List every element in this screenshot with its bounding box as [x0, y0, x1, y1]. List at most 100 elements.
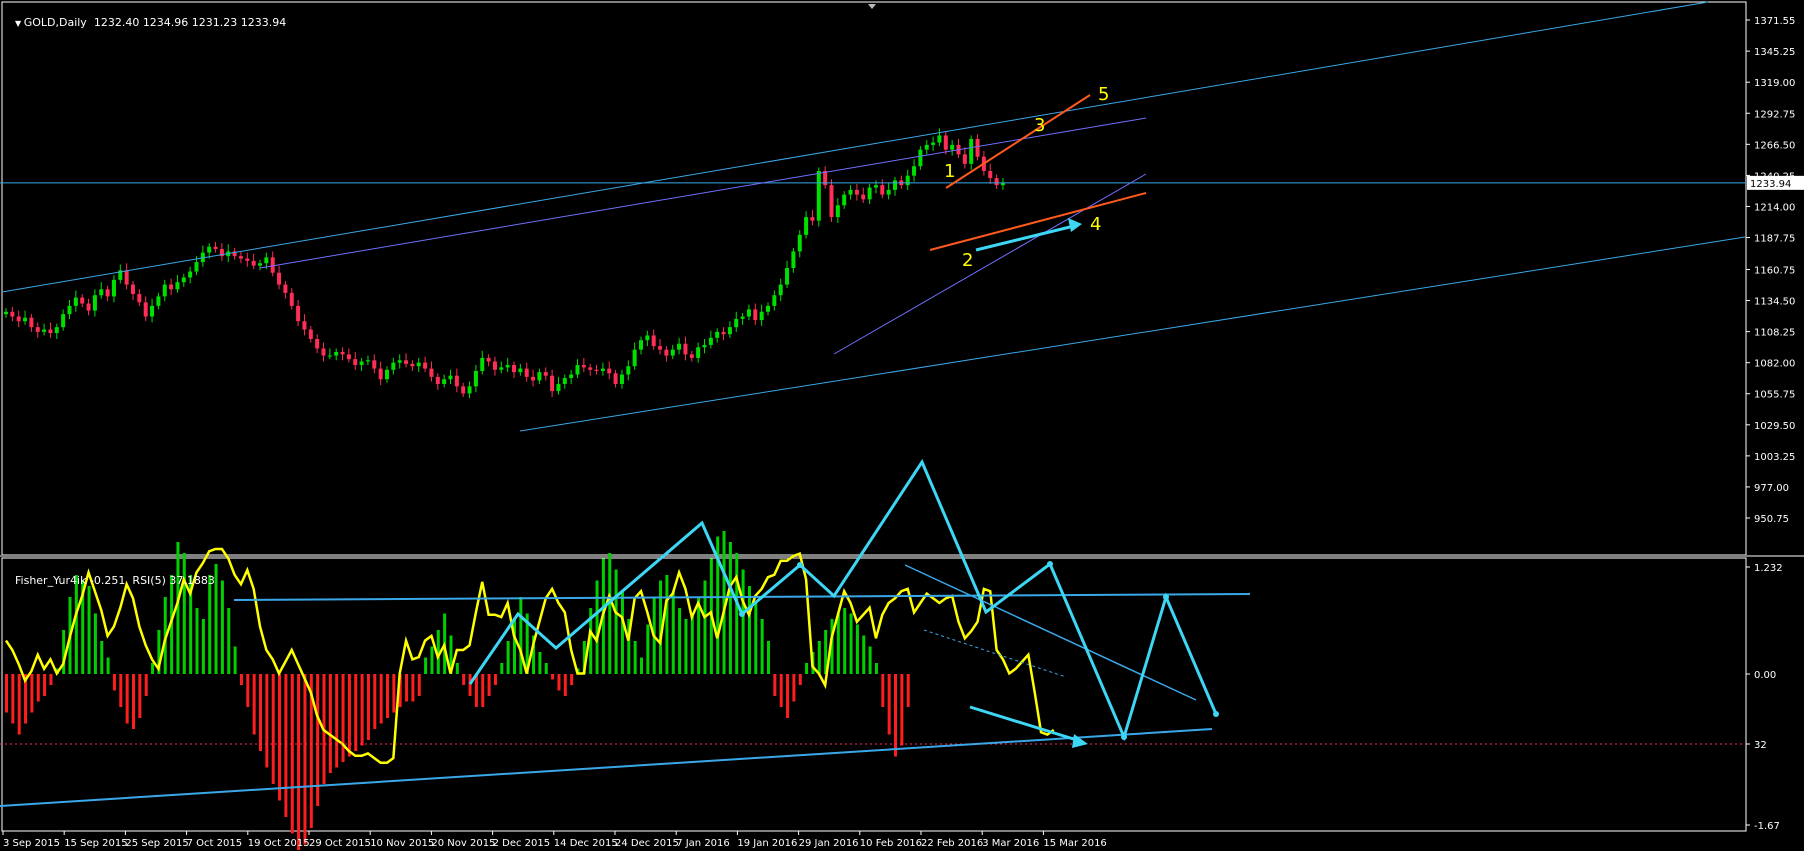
candle-body: [531, 376, 536, 381]
fisher-histogram-bar: [684, 619, 688, 674]
candle-body: [524, 368, 529, 377]
candle-body: [715, 331, 720, 338]
fisher-histogram-bar: [125, 674, 129, 724]
candle-body: [848, 189, 853, 195]
candle-body: [327, 355, 332, 357]
candle-body: [619, 374, 624, 384]
candle-body: [677, 343, 682, 350]
indicator-header: Fisher_Yur4ik -0.251 RSI(5) 37.1883: [8, 561, 215, 587]
candle-body: [175, 282, 180, 290]
price-tick-label: 1319.00: [1754, 78, 1795, 89]
candle-body: [962, 154, 967, 164]
candle-body: [16, 316, 21, 322]
candle-body: [670, 349, 675, 356]
candle-body: [35, 327, 40, 332]
indicator-lower-line: [0, 728, 1213, 807]
candle-body: [86, 303, 91, 311]
fisher-histogram-bar: [849, 613, 853, 674]
time-tick-label: 22 Feb 2016: [921, 838, 983, 849]
fisher-histogram-bar: [805, 663, 809, 674]
candle-body: [683, 343, 688, 355]
candle-body: [664, 349, 669, 356]
scroll-marker-icon[interactable]: [868, 4, 876, 9]
candle-body: [302, 321, 307, 330]
candle-body: [766, 305, 770, 312]
candle-body: [721, 331, 726, 335]
fisher-histogram-bar: [906, 674, 910, 707]
price-tick-label: 950.75: [1754, 514, 1789, 525]
candle-body: [556, 383, 561, 392]
candle-body: [423, 362, 428, 369]
wave-label: 5: [1098, 84, 1109, 105]
candle-body: [486, 357, 491, 362]
candle-body: [537, 372, 542, 381]
candle-body: [467, 386, 472, 394]
candle-body: [169, 284, 174, 290]
candle-body: [4, 311, 8, 315]
wave-label: 4: [1090, 214, 1101, 235]
zigzag-arrow-head: [739, 611, 745, 617]
time-tick-label: 10 Nov 2015: [370, 838, 434, 849]
fisher-histogram-bar: [360, 674, 364, 746]
fisher-histogram-bar: [881, 674, 885, 707]
time-tick-label: 29 Jan 2016: [799, 838, 859, 849]
fisher-histogram-bar: [608, 553, 612, 674]
candle-body: [188, 271, 193, 278]
candle-body: [810, 217, 815, 221]
candle-body: [29, 317, 34, 328]
candle-body: [334, 352, 339, 356]
candle-body: [931, 142, 936, 145]
price-tick-label: 1108.25: [1754, 328, 1795, 339]
candle-body: [48, 329, 53, 334]
fisher-histogram-bar: [665, 575, 669, 674]
price-tick-label: 1292.75: [1754, 109, 1795, 120]
candle-body: [689, 354, 694, 358]
price-tick-label: 1345.25: [1754, 47, 1795, 58]
candle-body: [594, 369, 599, 371]
candle-body: [975, 138, 980, 157]
fisher-histogram-bar: [786, 674, 790, 718]
candle-body: [397, 360, 402, 363]
fisher-label: Fisher_Yur4ik -0.251: [15, 574, 126, 587]
candle-body: [518, 368, 523, 373]
candle-body: [740, 316, 745, 319]
fisher-histogram-bar: [887, 674, 891, 735]
price-tick-label: 1082.00: [1754, 359, 1795, 370]
candle-body: [905, 175, 910, 186]
fisher-histogram-bar: [671, 591, 675, 674]
candle-body: [569, 374, 574, 379]
fisher-histogram-bar: [868, 646, 872, 674]
candle-body: [143, 302, 148, 317]
divergence-arrow-line: [969, 705, 1081, 743]
fisher-histogram-bar: [678, 608, 682, 674]
candle-body: [410, 363, 415, 367]
candle-body: [842, 194, 847, 206]
fisher-histogram-bar: [455, 663, 459, 674]
wave-label: 2: [962, 250, 973, 271]
fisher-histogram-bar: [519, 597, 523, 674]
fisher-histogram-bar: [817, 641, 821, 674]
trading-chart[interactable]: 1371.55 1345.25 1319.00 1292.75 1266.50 1 2 4 0.…: [0, 0, 1804, 851]
fisher-histogram-bar: [836, 613, 840, 674]
zigzag-arrow-head: [1047, 561, 1053, 567]
fisher-histogram-bar: [138, 674, 142, 718]
fisher-histogram-bar: [874, 663, 878, 674]
candle-body: [207, 246, 212, 253]
indicator-tick-label: 1.232: [1754, 563, 1783, 574]
candle-body: [734, 318, 739, 328]
fisher-histogram-bar: [341, 674, 345, 762]
indicator-tick-label: 32: [1754, 740, 1767, 751]
wedge-upper-line: [945, 94, 1091, 189]
fisher-histogram-bar: [760, 619, 764, 674]
candle-body: [512, 365, 516, 373]
header-dropdown-icon[interactable]: ▼: [15, 19, 24, 28]
fisher-histogram-bar: [487, 674, 491, 696]
zigzag-arrow-head: [1121, 734, 1127, 740]
fisher-histogram-bar: [259, 674, 262, 751]
price-tick-label: 1055.75: [1754, 390, 1795, 401]
fisher-histogram-bar: [195, 608, 199, 674]
time-tick-label: 24 Dec 2015: [615, 838, 679, 849]
candle-body: [270, 257, 275, 273]
candle-body: [321, 348, 326, 356]
time-tick-label: 3 Mar 2016: [982, 838, 1039, 849]
